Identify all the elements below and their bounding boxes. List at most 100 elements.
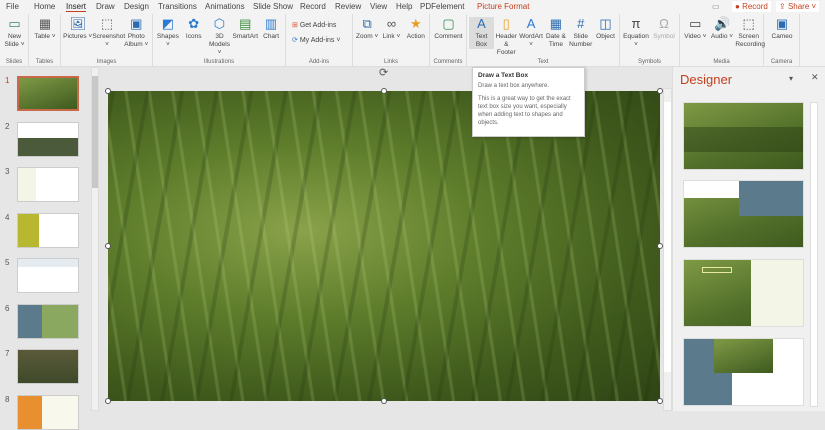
slide-thumbnail[interactable] [17,304,79,339]
slide-thumbnail[interactable] [17,167,79,202]
smartart-button[interactable]: ▤SmartArt [232,17,258,41]
resize-handle[interactable] [105,88,111,94]
tab-review[interactable]: Review [335,2,361,11]
button-label: Slide Number [569,33,592,48]
slide-number: 1 [5,76,9,85]
group-slides: Slides ▭New Slide ˅ [0,14,29,67]
wordart-button[interactable]: A WordArt ˅ [519,17,544,49]
slide-thumbnail[interactable] [17,76,79,111]
resize-handle[interactable] [381,398,387,404]
text-box-button[interactable]: AText Box [469,17,494,49]
slide-thumbnail[interactable] [17,213,79,248]
icons-button[interactable]: ✿Icons [181,17,207,41]
record-button[interactable]: ● Record [732,1,771,12]
tab-animations[interactable]: Animations [205,2,245,11]
slide-number: 5 [5,258,9,267]
button-label: Cameo [772,33,793,40]
slide-thumbnail[interactable] [17,395,79,430]
resize-handle[interactable] [381,88,387,94]
group-label: Media [680,59,763,65]
designer-options-icon[interactable]: ▾ [789,74,793,83]
tab-help[interactable]: Help [396,2,412,11]
slide-thumbnail[interactable] [17,258,79,293]
screenshot-button[interactable]: ⬚Screenshot ˅ [92,17,121,49]
3d-models-button[interactable]: ⬡3D Models ˅ [207,17,233,57]
comment-add-button[interactable]: ▢Comment [432,17,465,41]
my-addins-button[interactable]: ⟳ My Add-ins ˅ [292,36,340,44]
button-label: 3D Models ˅ [209,33,230,56]
tab-slide-show[interactable]: Slide Show [253,2,293,11]
design-option-3[interactable] [683,259,804,327]
button-label: Get Add-ins [300,22,337,29]
tab-transitions[interactable]: Transitions [158,2,197,11]
design-option-1[interactable] [683,102,804,170]
design-option-4[interactable] [683,338,804,406]
slide-scroll-thumb[interactable] [664,102,671,372]
video-button[interactable]: ▭ Video ˅ [682,17,709,41]
slide-thumbnail[interactable] [17,122,79,157]
tab-insert[interactable]: Insert [66,2,86,12]
group-label: Links [353,59,429,65]
symbol-icon: Ω [656,17,672,31]
get-addins-button[interactable]: ⊞ Get Add-ins [292,21,336,29]
resize-handle[interactable] [105,398,111,404]
object-button[interactable]: ◫Object [593,17,618,41]
equation-button[interactable]: πEquation ˅ [622,17,650,49]
symbol-button[interactable]: ΩSymbol [650,17,678,41]
close-icon[interactable]: ✕ [811,72,819,83]
design-option-2[interactable] [683,180,804,248]
thumbnails-scroll-thumb[interactable] [92,76,98,188]
group-text: Text AText Box▯Header & Footer A WordArt ˅▦… [467,14,620,67]
audio-icon: 🔊 [714,17,730,31]
share-button[interactable]: ⇪ Share ˅ [776,1,819,12]
header-footer-button[interactable]: ▯Header & Footer [494,17,519,57]
wordart-icon: A [523,17,539,31]
tooltip-title: Draw a Text Box [478,72,579,80]
shapes-button[interactable]: ◩Shapes ˅ [155,17,181,49]
zoom-button[interactable]: ⧉Zoom ˅ [355,17,379,41]
group-label: Tables [29,59,60,65]
table-button[interactable]: ▦Table ˅ [31,17,59,41]
slide-canvas-picture[interactable] [108,91,660,401]
audio-button[interactable]: 🔊 Audio ˅ [709,17,736,41]
action-button[interactable]: ★Action [404,17,428,41]
button-label: Action [407,33,425,40]
link-button[interactable]: ∞Link ˅ [379,17,403,41]
photo-album-button[interactable]: ▣Photo Album ˅ [122,17,151,49]
tab-pdfelement[interactable]: PDFelement [420,2,464,11]
slide-thumbnail[interactable] [17,349,79,384]
tab-record[interactable]: Record [300,2,326,11]
cameo-button[interactable]: ▣Cameo [766,17,798,41]
screen-recording-button[interactable]: ⬚ Screen Recording [735,17,762,49]
button-label: Date & Time [546,33,566,48]
screen-recording-icon: ⬚ [741,17,757,31]
slide-thumbnails-panel: 12345678 [0,67,90,411]
designer-scrollbar[interactable] [810,102,818,407]
new-slide-button[interactable]: ▭New Slide ˅ [2,17,27,49]
tab-view[interactable]: View [370,2,387,11]
slide-number-button[interactable]: #Slide Number [568,17,593,49]
button-label: Audio ˅ [711,33,733,40]
tab-picture-format[interactable]: Picture Format [477,2,529,11]
comments-button[interactable]: ▭ [712,2,720,11]
group-label: Text [467,59,619,65]
rotate-handle-icon[interactable]: ⟳ [379,66,388,79]
tab-draw[interactable]: Draw [96,2,115,11]
tab-design[interactable]: Design [124,2,149,11]
header-footer-icon: ▯ [498,17,514,31]
tab-home[interactable]: Home [34,2,55,11]
group-label: Symbols [620,59,679,65]
date-time-button[interactable]: ▦Date & Time [544,17,569,49]
object-icon: ◫ [598,17,614,31]
resize-handle[interactable] [105,243,111,249]
button-label: Screen Recording [735,33,765,48]
chart-button[interactable]: ▥Chart [258,17,284,41]
button-label: WordArt ˅ [519,33,543,48]
pictures-button[interactable]: 🖼Pictures ˅ [63,17,92,41]
video-icon: ▭ [687,17,703,31]
button-label: Video ˅ [684,33,706,40]
table-icon: ▦ [37,17,53,31]
new-slide-icon: ▭ [7,17,23,31]
tab-file[interactable]: File [6,2,19,11]
group-label: Slides [0,59,28,65]
